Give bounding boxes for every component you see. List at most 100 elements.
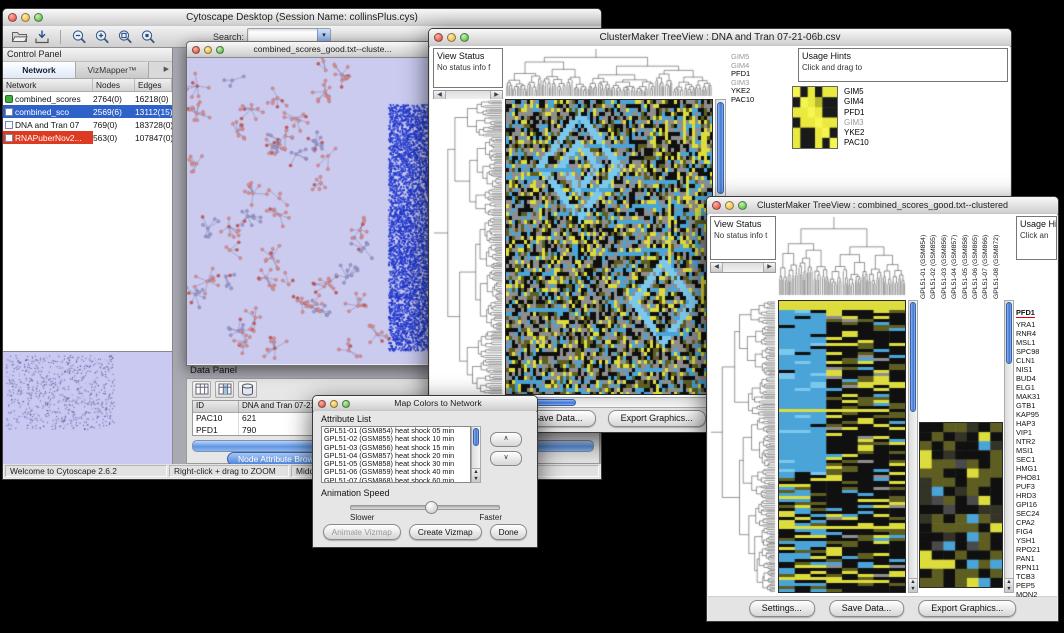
settings-button[interactable]: Settings... [749,600,815,617]
speed-slider[interactable] [350,505,500,510]
gene-label[interactable]: CPA2 [1016,518,1040,527]
gene-label[interactable]: KAP95 [1016,410,1040,419]
done-button[interactable]: Done [490,524,528,540]
maximize-button[interactable] [738,201,747,210]
gene-label[interactable]: MSI1 [1016,446,1040,455]
row-dendrogram-canvas[interactable] [433,99,503,395]
gene-label[interactable]: HAP3 [1016,419,1040,428]
gene-label[interactable]: VIP1 [1016,428,1040,437]
scrollbar-thumb[interactable] [473,428,479,446]
save-data-button[interactable]: Save Data... [829,600,905,617]
move-down-button[interactable]: ∨ [490,451,522,466]
network-row[interactable]: RNAPuberNov2...563(0)107847(0) [3,131,172,144]
gene-label[interactable]: GTB1 [1016,401,1040,410]
gene-label[interactable]: PUF3 [1016,482,1040,491]
attribute-list[interactable]: GPL51-01 (GSM854) heat shock 05 minGPL51… [321,426,471,483]
zoom-vscrollbar[interactable]: ▲ ▼ [1004,300,1014,593]
attribute-table-icon[interactable] [192,381,211,398]
heatmap-vscrollbar[interactable]: ▲ ▼ [908,300,918,593]
gene-label[interactable]: FIG4 [1016,527,1040,536]
gene-label[interactable]: GIM4 [844,97,869,107]
gene-label[interactable]: PFD1 [1016,309,1035,318]
zoom-selected-icon[interactable] [138,28,158,46]
gene-label[interactable]: PEP5 [1016,581,1040,590]
network-row[interactable]: DNA and Tran 07769(0)183728(0) [3,118,172,131]
close-button[interactable] [8,13,17,22]
gene-label[interactable]: HMG1 [1016,464,1040,473]
minimize-button[interactable] [447,33,456,42]
column-header-nodes[interactable]: Nodes [93,79,135,91]
gene-label[interactable]: RPO21 [1016,545,1040,554]
column-header-id[interactable]: ID [193,401,239,412]
gene-label[interactable]: MSL1 [1016,338,1040,347]
slider-knob[interactable] [425,501,438,514]
gene-label[interactable]: SPC98 [1016,347,1040,356]
column-header-edges[interactable]: Edges [135,79,172,91]
gene-label[interactable]: YSH1 [1016,536,1040,545]
zoom-in-icon[interactable] [92,28,112,46]
minimize-button[interactable] [204,46,212,54]
gene-label[interactable]: TCB3 [1016,572,1040,581]
maximize-button[interactable] [460,33,469,42]
dialog-titlebar[interactable]: Map Colors to Network [313,396,537,412]
network-row[interactable]: combined_sco2569(6)13112(15) [3,105,172,118]
attribute-item[interactable]: GPL51-07 (GSM868) heat shock 60 min [322,477,470,483]
network-view-titlebar[interactable]: combined_scores_good.txt--cluste... [187,42,432,58]
tab-overflow-icon[interactable]: ▶ [149,62,172,78]
cytoscape-titlebar[interactable]: Cytoscape Desktop (Session Name: collins… [3,9,601,27]
gene-label[interactable]: SEC1 [1016,455,1040,464]
network-row[interactable]: combined_scores2764(0)16218(0) [3,92,172,105]
network-graph-canvas[interactable] [187,58,430,364]
minimize-button[interactable] [725,201,734,210]
move-up-button[interactable]: ∧ [490,432,522,447]
gene-label[interactable]: HRD3 [1016,491,1040,500]
select-attribute-icon[interactable] [215,381,234,398]
close-button[interactable] [192,46,200,54]
gene-label[interactable]: PAN1 [1016,554,1040,563]
close-button[interactable] [434,33,443,42]
gene-label[interactable]: GPI16 [1016,500,1040,509]
minimize-button[interactable] [21,13,30,22]
export-graphics-button[interactable]: Export Graphics... [608,410,706,427]
heatmap-canvas[interactable] [505,99,713,395]
scroll-down-icon[interactable]: ▼ [1005,586,1013,593]
gene-label[interactable]: NTR2 [1016,437,1040,446]
attribute-list-scrollbar[interactable]: ▲ ▼ [471,426,481,483]
tab-network[interactable]: Network [3,62,76,78]
gene-label[interactable]: NIS1 [1016,365,1040,374]
gene-label[interactable]: GIM3 [844,118,869,128]
scroll-right-icon[interactable]: ▶ [763,263,775,272]
dendrogram-hscrollbar[interactable]: ◀ ▶ [710,262,776,273]
scroll-down-icon[interactable]: ▼ [909,586,917,593]
gene-label[interactable]: CLN1 [1016,356,1040,365]
minimize-button[interactable] [330,400,338,408]
zoom-fit-icon[interactable] [115,28,135,46]
similarity-matrix-canvas[interactable] [792,86,838,149]
gene-label[interactable]: BUD4 [1016,374,1040,383]
network-overview-panel[interactable] [3,351,172,464]
scroll-down-icon[interactable]: ▼ [472,476,480,483]
scrollbar-thumb[interactable] [910,302,916,412]
gene-label[interactable]: YRA1 [1016,320,1040,329]
zoom-heatmap-canvas[interactable] [919,422,1003,588]
scrollbar-track[interactable] [723,263,763,272]
gene-label[interactable]: GIM5 [844,87,869,97]
close-button[interactable] [712,201,721,210]
gene-label[interactable]: MON2 [1016,590,1040,599]
scroll-left-icon[interactable]: ◀ [711,263,723,272]
gene-label[interactable]: PHO81 [1016,473,1040,482]
gene-label[interactable]: PAC10 [844,138,869,148]
gene-label[interactable]: ELG1 [1016,383,1040,392]
heatmap-canvas[interactable] [778,300,906,593]
gene-label[interactable]: RNR4 [1016,329,1040,338]
import-icon[interactable] [32,28,52,46]
gene-label[interactable]: YKE2 [844,128,869,138]
maximize-button[interactable] [34,13,43,22]
close-button[interactable] [318,400,326,408]
database-icon[interactable] [238,381,257,398]
open-folder-icon[interactable] [9,28,29,46]
gene-label[interactable]: PAC10 [731,96,754,105]
column-header-network[interactable]: Network [3,79,93,91]
treeview-combined-titlebar[interactable]: ClusterMaker TreeView : combined_scores_… [707,197,1058,215]
create-vizmap-button[interactable]: Create Vizmap [409,524,482,540]
